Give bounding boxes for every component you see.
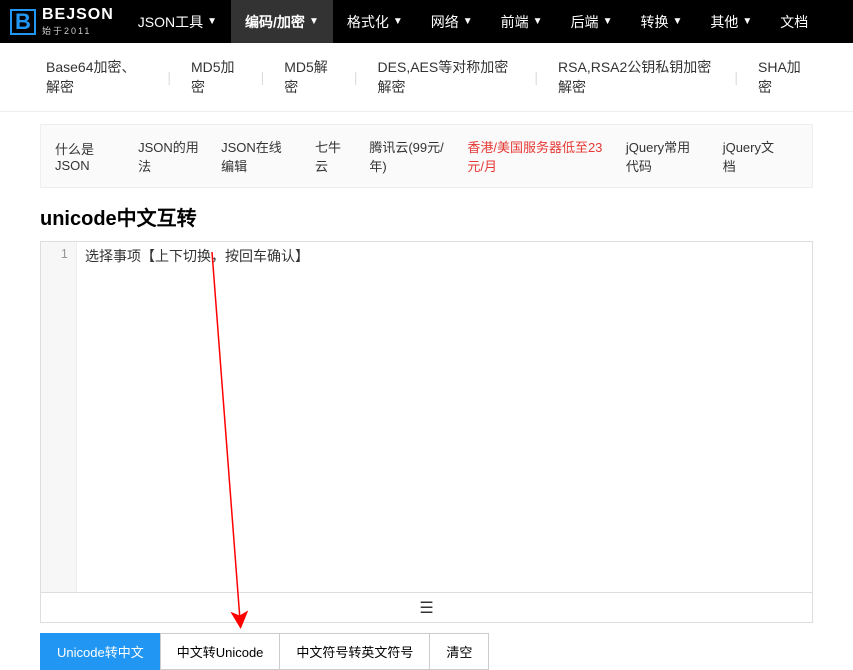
link-item-5[interactable]: 香港/美国服务器低至23元/月 [467,137,604,175]
subnav-item-4[interactable]: RSA,RSA2公钥私钥加密解密 [552,57,720,97]
editor-placeholder: 选择事项【上下切换，按回车确认】 [85,248,309,264]
link-item-2[interactable]: JSON在线编辑 [221,137,293,175]
logo-sub: 始于2011 [42,24,114,37]
caret-icon: ▼ [603,16,613,27]
nav-item-5[interactable]: 后端▼ [557,0,627,43]
separator: | [534,69,538,85]
caret-icon: ▼ [533,16,543,27]
nav-item-4[interactable]: 前端▼ [487,0,557,43]
link-item-1[interactable]: JSON的用法 [138,137,199,175]
nav-item-3[interactable]: 网络▼ [417,0,487,43]
link-item-6[interactable]: jQuery常用代码 [626,137,701,175]
subnav-item-5[interactable]: SHA加密 [752,57,813,97]
caret-icon: ▼ [463,16,473,27]
nav-item-0[interactable]: JSON工具▼ [124,0,231,43]
code-area[interactable]: 选择事项【上下切换，按回车确认】 [77,242,812,592]
nav-item-1[interactable]: 编码/加密▼ [231,0,333,43]
editor-wrap: 1 选择事项【上下切换，按回车确认】 [40,241,813,593]
nav-item-6[interactable]: 转换▼ [626,0,696,43]
action-buttons: Unicode转中文中文转Unicode中文符号转英文符号清空 [40,633,813,670]
line-number: 1 [41,246,68,261]
annotation-arrow-icon [77,242,377,642]
logo-main: BEJSON [42,6,114,24]
nav-item-8[interactable]: 文档 [766,0,822,43]
action-button-1[interactable]: 中文转Unicode [160,633,281,670]
top-nav: B BEJSON 始于2011 JSON工具▼编码/加密▼格式化▼网络▼前端▼后… [0,0,853,43]
caret-icon: ▼ [742,16,752,27]
logo[interactable]: B BEJSON 始于2011 [0,6,124,37]
link-bar: 什么是JSON JSON的用法 JSON在线编辑七牛云腾讯云(99元/年) 香港/美国… [40,124,813,188]
nav-item-2[interactable]: 格式化▼ [333,0,417,43]
separator: | [734,69,738,85]
nav-items: JSON工具▼编码/加密▼格式化▼网络▼前端▼后端▼转换▼其他▼文档 [124,0,822,43]
action-button-3[interactable]: 清空 [429,633,489,670]
logo-text: BEJSON 始于2011 [42,6,114,37]
caret-icon: ▼ [309,16,319,27]
page-title: unicode中文互转 [40,202,813,231]
logo-icon: B [10,9,36,35]
subnav-item-0[interactable]: Base64加密、解密 [40,57,153,97]
action-button-2[interactable]: 中文符号转英文符号 [279,633,430,670]
separator: | [354,69,358,85]
caret-icon: ▼ [672,16,682,27]
link-item-0[interactable]: 什么是JSON [55,139,116,173]
link-item-7[interactable]: jQuery文档 [723,137,776,175]
sub-nav: Base64加密、解密 | MD5加密 | MD5解密 | DES,AES等对称加密解密 | R… [0,43,853,112]
caret-icon: ▼ [207,16,217,27]
separator: | [167,69,171,85]
link-item-4[interactable]: 腾讯云(99元/年) [369,137,445,175]
editor-toolbar: ☰ [40,593,813,623]
subnav-item-1[interactable]: MD5加密 [185,57,247,97]
subnav-item-3[interactable]: DES,AES等对称加密解密 [372,57,521,97]
subnav-item-2[interactable]: MD5解密 [278,57,340,97]
nav-item-7[interactable]: 其他▼ [696,0,766,43]
link-item-3[interactable]: 七牛云 [315,137,347,175]
caret-icon: ▼ [393,16,403,27]
separator: | [261,69,265,85]
code-editor[interactable]: 1 选择事项【上下切换，按回车确认】 [41,242,812,592]
editor-gutter: 1 [41,242,77,592]
action-button-0[interactable]: Unicode转中文 [40,633,161,670]
